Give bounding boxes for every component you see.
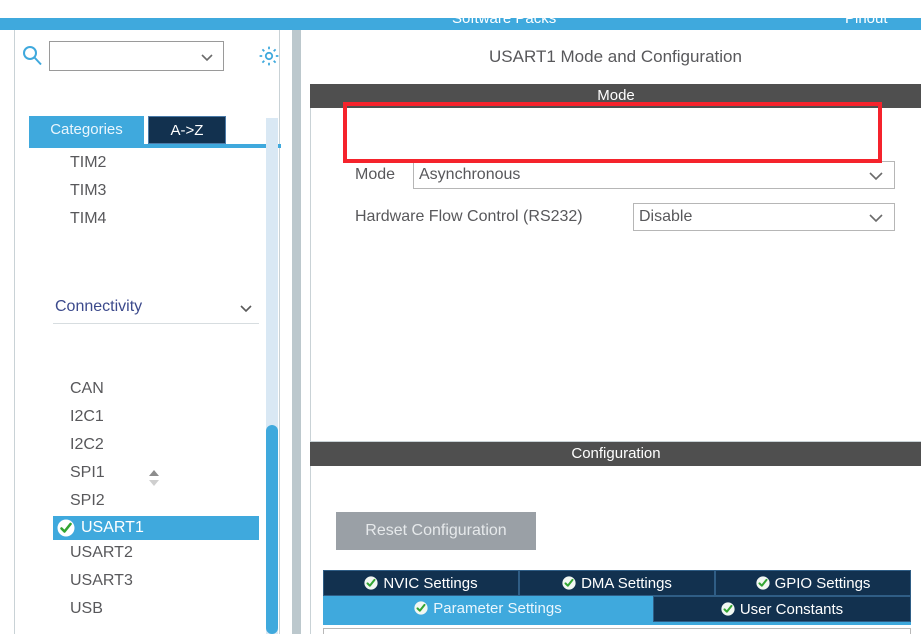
sidebar-view-tabs: Categories A->Z [15,116,281,144]
tab-label: NVIC Settings [383,575,478,592]
mode-field-label: Mode [355,166,396,183]
sidebar-search-row [15,34,281,76]
peripheral-tree: TIM2 TIM3 TIM4 Connectivity CAN I2C1 I2C… [15,150,281,634]
tab-parameter-settings[interactable]: Parameter Settings [323,596,653,622]
sidebar-item-spi1[interactable]: SPI1 [70,464,105,482]
tab-categories[interactable]: Categories [29,116,144,144]
tab-gpio-settings[interactable]: GPIO Settings [715,570,911,596]
chevron-down-icon[interactable] [237,299,255,322]
tab-label: Parameter Settings [433,600,562,617]
mode-select-value: Asynchronous [419,166,521,183]
check-circle-icon [57,519,75,537]
sidebar-item-usb[interactable]: USB [70,600,103,618]
sidebar-item-spi2[interactable]: SPI2 [70,492,105,510]
sidebar-item-tim4[interactable]: TIM4 [70,210,106,228]
sidebar-item-tim2[interactable]: TIM2 [70,154,106,172]
sidebar-item-i2c2[interactable]: I2C2 [70,436,104,454]
sidebar-item-i2c1[interactable]: I2C1 [70,408,104,426]
tab-dma-settings[interactable]: DMA Settings [519,570,715,596]
sidebar-tabs-underline [29,144,281,148]
config-tabs-underline [323,622,911,625]
sidebar-group-connectivity[interactable]: Connectivity [53,296,259,324]
hardware-flow-control-value: Disable [639,208,693,225]
chevron-down-icon[interactable] [199,49,215,70]
sidebar-item-label: USART1 [81,519,144,536]
hardware-flow-control-label: Hardware Flow Control (RS232) [355,208,583,225]
mode-field-row: Mode Asynchronous [355,161,895,189]
check-circle-icon [562,573,576,590]
chevron-down-icon[interactable] [866,165,886,190]
configuration-section-body: Reset Configuration NVIC Settings DMA Se… [310,466,921,634]
tab-label: User Constants [739,601,844,618]
sidebar-item-tim3[interactable]: TIM3 [70,182,106,200]
parameters-area: Configure the below parameters : [323,628,911,634]
pinout-label[interactable]: Pinout [845,18,888,27]
check-circle-icon [414,598,428,615]
hardware-flow-control-row: Hardware Flow Control (RS232) Disable [355,203,895,231]
search-icon[interactable] [21,44,43,66]
tab-nvic-settings[interactable]: NVIC Settings [323,570,519,596]
mode-select[interactable]: Asynchronous [413,161,895,189]
sort-updown-icon[interactable] [146,468,162,488]
check-circle-icon [364,573,379,590]
check-circle-icon [721,599,735,616]
reset-configuration-button[interactable]: Reset Configuration [336,512,536,550]
software-packs-label[interactable]: Software Packs [452,18,556,27]
tab-label: DMA Settings [581,575,672,592]
tab-user-constants[interactable]: User Constants [653,596,911,622]
gear-icon[interactable] [257,44,281,68]
config-tabs-row-2: Parameter Settings User Constants [323,596,911,622]
mode-section-body: Mode Asynchronous Hardware Flow Control … [310,108,921,442]
configuration-section-header: Configuration [310,442,921,466]
sidebar-group-label: Connectivity [55,298,143,315]
component-sidebar: Categories A->Z TIM2 TIM3 TIM4 Connectiv… [14,30,281,634]
sidebar-scrollbar-thumb[interactable] [266,425,278,634]
sidebar-item-usart3[interactable]: USART3 [70,572,133,590]
tab-a-to-z[interactable]: A->Z [148,116,226,144]
search-input[interactable] [50,42,200,68]
check-circle-icon [755,573,770,590]
search-combobox[interactable] [49,41,224,71]
mode-section-header: Mode [310,84,921,108]
window-top-gap [0,0,921,18]
page-title: USART1 Mode and Configuration [310,30,921,84]
chevron-down-icon[interactable] [866,207,886,232]
sidebar-item-usart1[interactable]: USART1 [53,516,259,540]
sidebar-item-usart2[interactable]: USART2 [70,544,133,562]
configuration-panel: USART1 Mode and Configuration Mode Mode … [292,30,921,634]
hardware-flow-control-select[interactable]: Disable [633,203,895,231]
top-menu-bar[interactable]: Software Packs Pinout [0,18,921,30]
config-tabs-row-1: NVIC Settings DMA Settings GPIO Settings [323,570,911,596]
tab-label: GPIO Settings [774,575,871,592]
cubemx-window: Software Packs Pinout Categories A->Z TI… [0,0,921,634]
sidebar-item-can[interactable]: CAN [70,380,104,398]
